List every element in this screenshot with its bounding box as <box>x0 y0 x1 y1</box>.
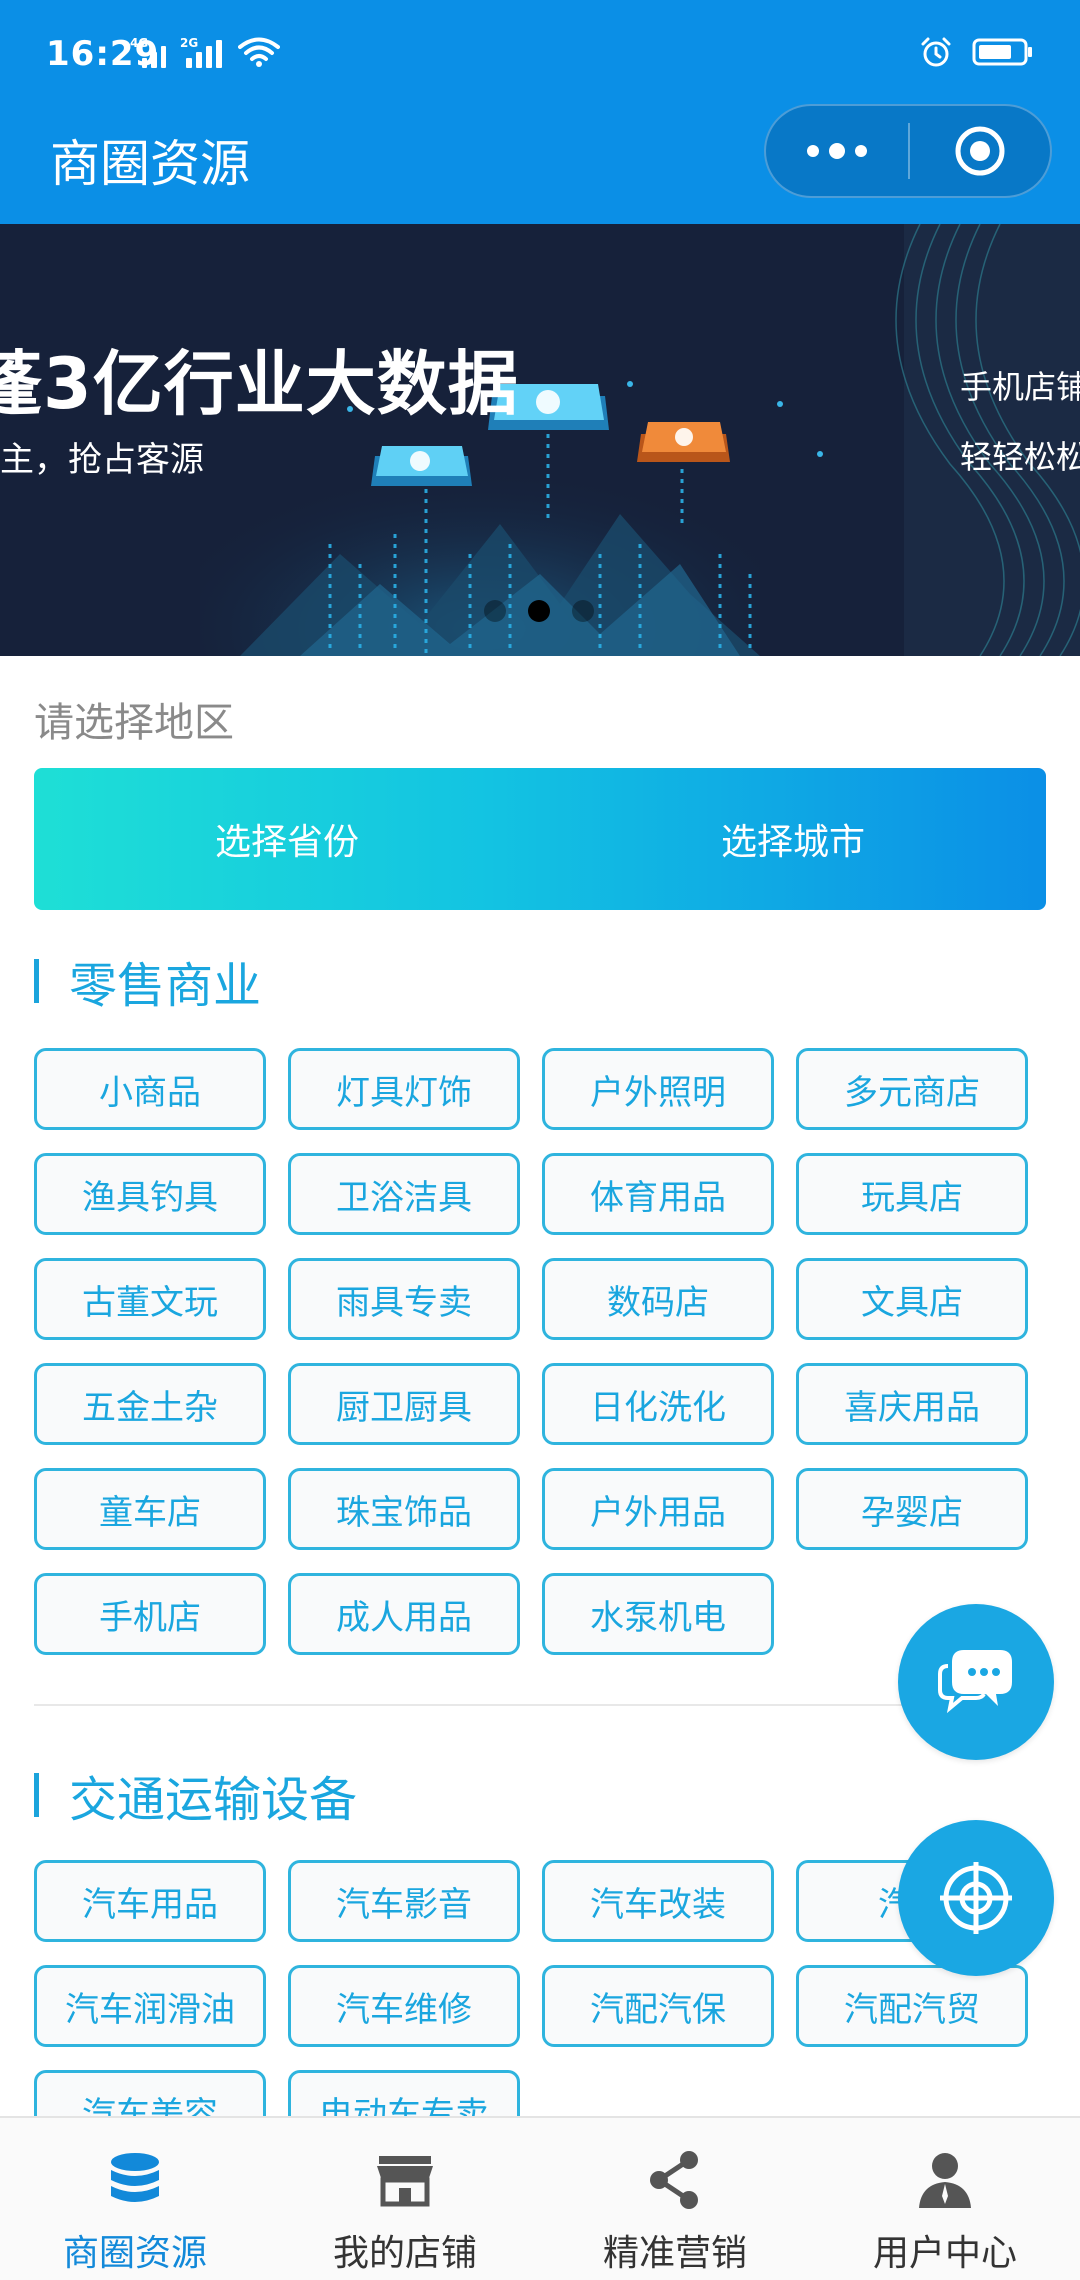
chat-bubbles-icon <box>938 1650 1012 1714</box>
bottom-tab-bar: 商圈资源 我的店铺 精准营销 用户中心 <box>0 2116 1080 2280</box>
locate-button[interactable] <box>898 1820 1054 1976</box>
signal-2g-tag: 2G <box>180 36 199 50</box>
banner-subline: 主，抢占客源 <box>0 440 204 480</box>
category-button[interactable]: 童车店 <box>34 1468 266 1550</box>
category-button[interactable]: 珠宝饰品 <box>288 1468 520 1550</box>
alarm-icon <box>921 37 951 67</box>
category-button[interactable]: 玩具店 <box>796 1153 1028 1235</box>
section-accent <box>34 1773 39 1817</box>
category-button[interactable]: 汽配汽贸 <box>796 1965 1028 2047</box>
banner-carousel[interactable]: 蓬3亿行业大数据 主，抢占客源 手机店铺 轻轻松松 <box>0 224 1080 656</box>
target-circle-icon <box>955 126 1005 176</box>
tab-label: 精准营销 <box>602 2233 747 2274</box>
tab-label: 我的店铺 <box>332 2233 477 2274</box>
category-button[interactable]: 成人用品 <box>288 1573 520 1655</box>
category-button[interactable]: 卫浴洁具 <box>288 1153 520 1235</box>
miniapp-capsule <box>764 104 1052 198</box>
wifi-icon <box>238 37 280 67</box>
tab-precision-marketing[interactable]: 精准营销 <box>540 2118 810 2280</box>
select-province-button[interactable]: 选择省份 <box>34 768 540 910</box>
signal-4g-icon: 4G <box>130 36 166 68</box>
category-button[interactable]: 户外用品 <box>542 1468 774 1550</box>
signal-4g-tag: 4G <box>130 36 149 50</box>
banner-headline: 蓬3亿行业大数据 <box>0 343 519 425</box>
category-button[interactable]: 汽车润滑油 <box>34 1965 266 2047</box>
banner-right-line2: 轻轻松松 <box>960 438 1080 476</box>
category-button[interactable]: 文具店 <box>796 1258 1028 1340</box>
category-button[interactable]: 喜庆用品 <box>796 1363 1028 1445</box>
chat-button[interactable] <box>898 1604 1054 1760</box>
category-button[interactable]: 厨卫厨具 <box>288 1363 520 1445</box>
more-dot-icon <box>855 145 867 157</box>
category-button[interactable]: 小商品 <box>34 1048 266 1130</box>
user-icon <box>919 2153 971 2208</box>
category-button[interactable]: 多元商店 <box>796 1048 1028 1130</box>
carousel-dot[interactable] <box>484 600 506 622</box>
more-button[interactable] <box>766 106 908 196</box>
category-button[interactable]: 汽配汽保 <box>542 1965 774 2047</box>
category-button[interactable]: 孕婴店 <box>796 1468 1028 1550</box>
section-accent <box>34 959 39 1003</box>
tab-label: 用户中心 <box>872 2233 1017 2274</box>
category-button[interactable]: 古董文玩 <box>34 1258 266 1340</box>
more-dot-icon <box>829 143 845 159</box>
region-selector: 选择省份 选择城市 <box>34 768 1046 910</box>
more-dot-icon <box>807 145 819 157</box>
category-button[interactable]: 体育用品 <box>542 1153 774 1235</box>
top-bar: 16:29 4G 2G 商圈资源 <box>0 0 1080 224</box>
carousel-dots <box>484 600 594 622</box>
carousel-dot[interactable] <box>572 600 594 622</box>
store-icon <box>377 2156 433 2207</box>
section-title-text: 零售商业 <box>69 958 262 1014</box>
region-label: 请选择地区 <box>34 700 234 746</box>
category-button[interactable]: 户外照明 <box>542 1048 774 1130</box>
database-icon <box>111 2153 159 2202</box>
page-title: 商圈资源 <box>50 135 250 193</box>
category-button[interactable]: 灯具灯饰 <box>288 1048 520 1130</box>
select-city-button[interactable]: 选择城市 <box>540 768 1046 910</box>
crosshair-icon <box>940 1862 1012 1934</box>
carousel-dot-active[interactable] <box>528 600 550 622</box>
status-right <box>920 36 1034 68</box>
tab-business-resources[interactable]: 商圈资源 <box>0 2118 270 2280</box>
signal-group: 4G 2G <box>130 36 280 68</box>
category-button[interactable]: 汽车用品 <box>34 1860 266 1942</box>
share-icon <box>650 2151 698 2209</box>
category-button[interactable]: 手机店 <box>34 1573 266 1655</box>
status-bar: 16:29 4G 2G <box>0 0 1080 110</box>
category-button[interactable]: 汽车改装 <box>542 1860 774 1942</box>
section-title-text: 交通运输设备 <box>69 1772 358 1828</box>
category-button[interactable]: 日化洗化 <box>542 1363 774 1445</box>
tab-my-store[interactable]: 我的店铺 <box>270 2118 540 2280</box>
section-title-retail: 零售商业 <box>34 946 261 1016</box>
category-button[interactable]: 雨具专卖 <box>288 1258 520 1340</box>
signal-2g-icon: 2G <box>180 36 222 68</box>
category-button[interactable]: 汽车影音 <box>288 1860 520 1942</box>
close-miniapp-button[interactable] <box>910 106 1050 196</box>
battery-icon <box>972 38 1032 66</box>
tab-label: 商圈资源 <box>62 2233 207 2274</box>
tab-user-center[interactable]: 用户中心 <box>810 2118 1080 2280</box>
category-button[interactable]: 水泵机电 <box>542 1573 774 1655</box>
banner-right-line1: 手机店铺 <box>960 368 1080 406</box>
section-divider <box>34 1704 1046 1706</box>
category-button[interactable]: 汽车维修 <box>288 1965 520 2047</box>
section-title-transport: 交通运输设备 <box>34 1760 357 1830</box>
category-button[interactable]: 五金土杂 <box>34 1363 266 1445</box>
category-button[interactable]: 数码店 <box>542 1258 774 1340</box>
category-button[interactable]: 渔具钓具 <box>34 1153 266 1235</box>
